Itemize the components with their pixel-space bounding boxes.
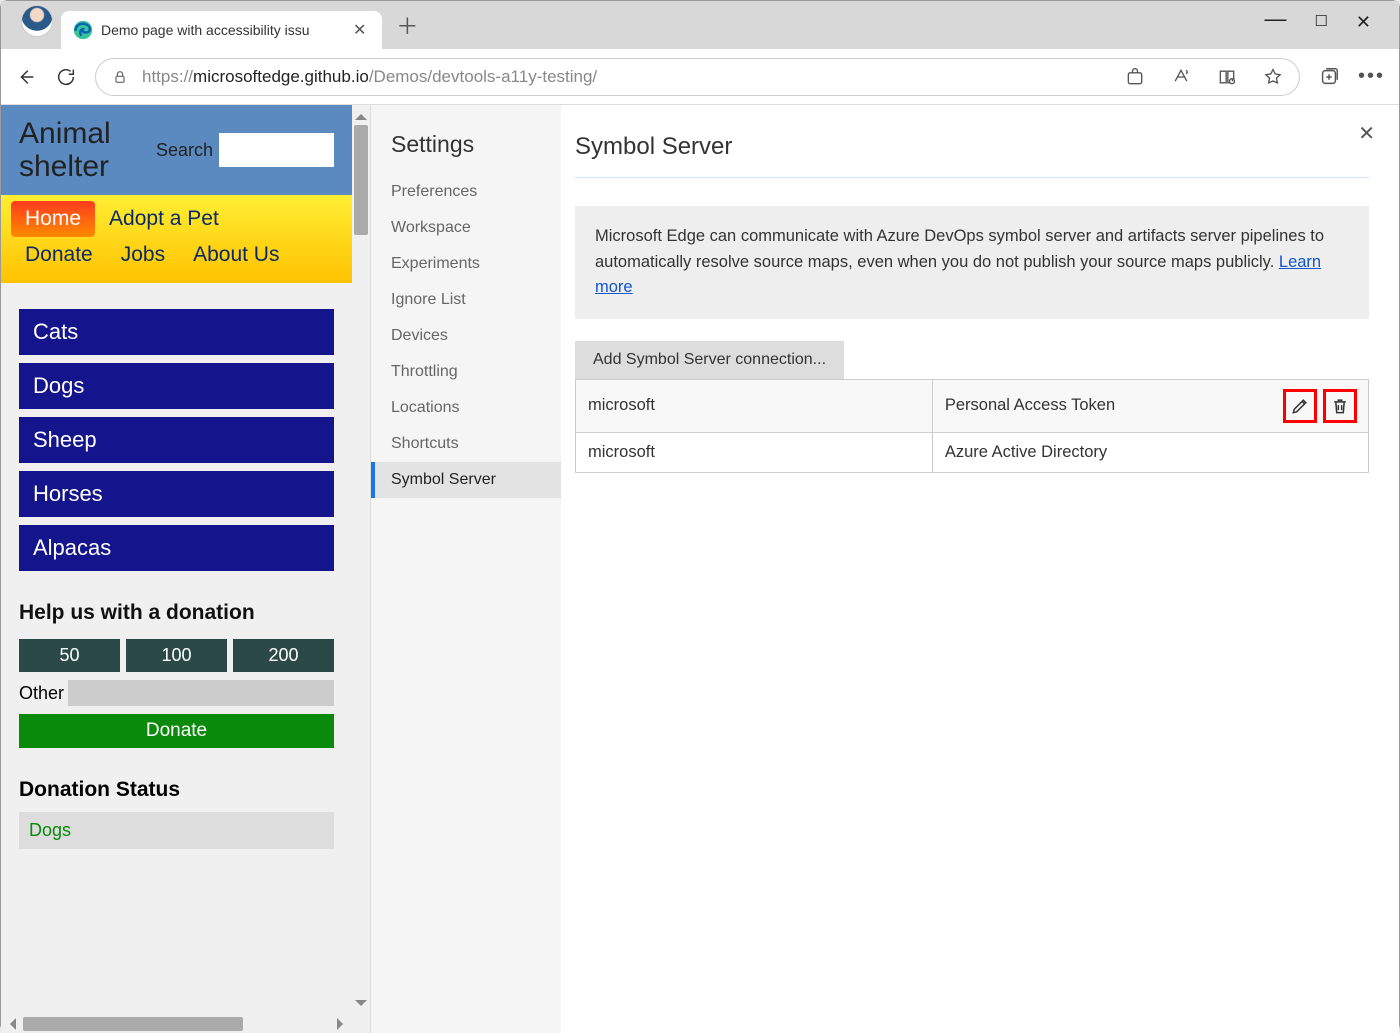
site-header: Animalshelter Search — [1, 105, 352, 195]
browser-tab[interactable]: Demo page with accessibility issu ✕ — [61, 11, 382, 49]
nav-adopt[interactable]: Adopt a Pet — [95, 201, 233, 237]
nav-about[interactable]: About Us — [179, 237, 293, 273]
other-label: Other — [19, 683, 64, 704]
refresh-button[interactable] — [55, 66, 77, 88]
read-aloud-icon[interactable] — [1171, 67, 1191, 87]
reading-view-icon[interactable] — [1217, 67, 1237, 87]
nav-jobs[interactable]: Jobs — [107, 237, 179, 273]
add-symbol-server-button[interactable]: Add Symbol Server connection... — [575, 341, 844, 379]
new-tab-button[interactable]: ＋ — [382, 5, 432, 45]
table-row: microsoft Azure Active Directory — [576, 432, 1369, 472]
edge-icon — [73, 20, 93, 40]
info-text: Microsoft Edge can communicate with Azur… — [595, 227, 1324, 271]
collections-icon[interactable] — [1318, 66, 1340, 88]
settings-item-ignore-list[interactable]: Ignore List — [371, 282, 561, 318]
status-row-dogs: Dogs — [19, 812, 334, 849]
donation-section: Help us with a donation 50 100 200 Other… — [1, 597, 352, 766]
back-button[interactable] — [15, 66, 37, 88]
site-nav: Home Adopt a Pet Donate Jobs About Us — [1, 195, 352, 283]
donate-100[interactable]: 100 — [126, 639, 227, 672]
status-heading: Donation Status — [1, 766, 352, 812]
address-bar[interactable]: https://microsoftedge.github.io/Demos/de… — [95, 58, 1300, 96]
symbol-server-table: microsoft Personal Access Token — [575, 379, 1369, 473]
info-box: Microsoft Edge can communicate with Azur… — [575, 206, 1369, 319]
donate-button[interactable]: Donate — [19, 714, 334, 748]
donation-heading: Help us with a donation — [19, 601, 334, 625]
category-list: Cats Dogs Sheep Horses Alpacas — [1, 283, 352, 597]
url-text: https://microsoftedge.github.io/Demos/de… — [142, 67, 1111, 87]
settings-item-experiments[interactable]: Experiments — [371, 246, 561, 282]
donation-status: Donation Status Dogs — [1, 766, 352, 849]
delete-icon[interactable] — [1324, 390, 1356, 422]
settings-item-preferences[interactable]: Preferences — [371, 174, 561, 210]
category-cats[interactable]: Cats — [19, 309, 334, 355]
cell-auth: Azure Active Directory — [932, 432, 1368, 472]
lock-icon — [112, 69, 128, 85]
settings-item-symbol-server[interactable]: Symbol Server — [371, 462, 561, 498]
other-amount-input[interactable] — [68, 680, 334, 706]
favorite-icon[interactable] — [1263, 67, 1283, 87]
horizontal-scrollbar[interactable] — [1, 1015, 352, 1033]
cell-auth: Personal Access Token — [932, 379, 1368, 432]
nav-home[interactable]: Home — [11, 201, 95, 237]
settings-item-locations[interactable]: Locations — [371, 390, 561, 426]
category-dogs[interactable]: Dogs — [19, 363, 334, 409]
settings-item-devices[interactable]: Devices — [371, 318, 561, 354]
tab-title: Demo page with accessibility issu — [101, 22, 341, 38]
panel-title: Symbol Server — [575, 133, 1369, 178]
category-sheep[interactable]: Sheep — [19, 417, 334, 463]
donate-200[interactable]: 200 — [233, 639, 334, 672]
settings-item-shortcuts[interactable]: Shortcuts — [371, 426, 561, 462]
nav-donate[interactable]: Donate — [11, 237, 107, 273]
window-titlebar: Demo page with accessibility issu ✕ ＋ — … — [1, 1, 1399, 49]
devtools-panel: Settings Preferences Workspace Experimen… — [371, 105, 1399, 1033]
close-tab-icon[interactable]: ✕ — [349, 20, 370, 40]
settings-main: ✕ Symbol Server Microsoft Edge can commu… — [561, 105, 1399, 1033]
cell-org: microsoft — [576, 379, 933, 432]
site-title: Animalshelter — [19, 117, 111, 183]
search-input[interactable] — [219, 133, 334, 167]
table-row: microsoft Personal Access Token — [576, 379, 1369, 432]
vertical-scrollbar[interactable] — [352, 105, 370, 1015]
donate-50[interactable]: 50 — [19, 639, 120, 672]
category-horses[interactable]: Horses — [19, 471, 334, 517]
shopping-icon[interactable] — [1125, 67, 1145, 87]
cell-org: microsoft — [576, 432, 933, 472]
profile-avatar[interactable] — [21, 5, 53, 37]
settings-item-workspace[interactable]: Workspace — [371, 210, 561, 246]
auth-text: Personal Access Token — [945, 396, 1115, 415]
browser-toolbar: https://microsoftedge.github.io/Demos/de… — [1, 49, 1399, 105]
webpage-pane: Animalshelter Search Home Adopt a Pet Do… — [1, 105, 371, 1033]
minimize-button[interactable]: — — [1264, 6, 1286, 32]
search-label: Search — [156, 140, 213, 161]
more-menu-icon[interactable]: ••• — [1358, 65, 1385, 88]
close-window-button[interactable]: ✕ — [1356, 12, 1371, 38]
settings-item-throttling[interactable]: Throttling — [371, 354, 561, 390]
category-alpacas[interactable]: Alpacas — [19, 525, 334, 571]
close-settings-icon[interactable]: ✕ — [1358, 121, 1375, 146]
maximize-button[interactable]: ☐ — [1314, 12, 1327, 38]
settings-title: Settings — [371, 125, 561, 174]
settings-sidebar: Settings Preferences Workspace Experimen… — [371, 105, 561, 1033]
edit-icon[interactable] — [1284, 390, 1316, 422]
